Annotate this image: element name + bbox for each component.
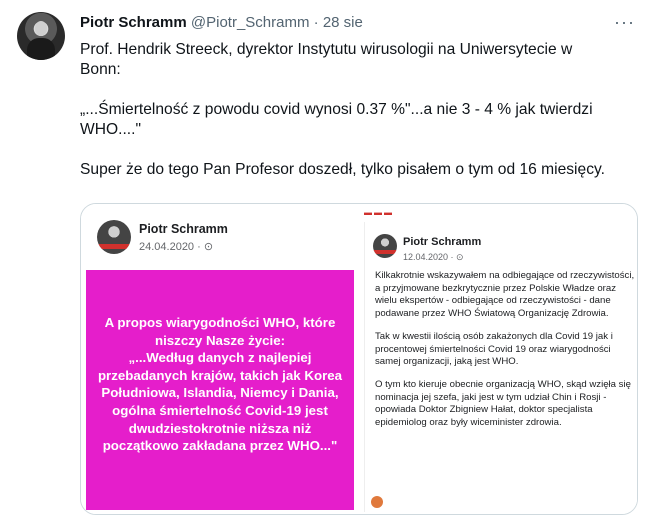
author-handle[interactable]: @Piotr_Schramm — [191, 14, 310, 31]
avatar-suit — [27, 38, 55, 60]
tweet-header: Piotr Schramm @Piotr_Schramm · 28 sie — [80, 14, 633, 34]
tweet-text-line: „...Śmiertelność z powodu covid wynosi 0… — [80, 101, 593, 118]
right-facebook-post: ▬▬▬ Piotr Schramm 12.04.2020 · ⊙ Kilkakr… — [354, 204, 637, 514]
avatar-face — [35, 21, 47, 36]
post-paragraph: O tym kto kieruje obecnie organizacją WH… — [375, 378, 631, 429]
tweet-date[interactable]: 28 sie — [323, 14, 363, 31]
post-paragraph: Tak w kwestii ilością osób zakażonych dl… — [375, 330, 613, 368]
flag-emoji-icon: ▬▬▬ — [364, 208, 394, 217]
reaction-emoji-icon — [371, 496, 383, 508]
post-date: 24.04.2020 · ⊙ — [139, 241, 214, 253]
tweet-text: Prof. Hendrik Streeck, dyrektor Instytut… — [80, 40, 635, 180]
tweet-text-line: Prof. Hendrik Streeck, dyrektor Instytut… — [80, 41, 573, 58]
header-separator: · — [313, 14, 319, 31]
quote-line: niszczy Nasze życie: — [154, 332, 286, 348]
tweet-text-line: WHO...." — [80, 121, 141, 138]
tweet-text-line: Super że do tego Pan Profesor doszedł, t… — [80, 161, 605, 178]
quote-image-text: A propos wiarygodności WHO, które niszcz… — [86, 314, 354, 455]
quote-line: dwudziestokrotnie niższa niż — [128, 420, 312, 436]
post-paragraph: Kilkakrotnie wskazywałem na odbiegające … — [375, 270, 635, 320]
left-facebook-post: Piotr Schramm 24.04.2020 · ⊙ A propos wi… — [81, 204, 354, 514]
quote-line: Południowa, Islandia, Niemcy i Dania, — [101, 385, 339, 401]
post-author-name: Piotr Schramm — [403, 236, 482, 248]
author-avatar[interactable] — [17, 12, 65, 60]
post-author-name: Piotr Schramm — [139, 222, 228, 236]
quote-line: A propos wiarygodności WHO, które — [104, 315, 336, 330]
quote-line: ogólna śmiertelność Covid-19 jest — [112, 402, 328, 418]
post-card: Piotr Schramm 12.04.2020 · ⊙ Kilkakrotni… — [364, 222, 637, 512]
quote-line: początkowo zakładana przez WHO..." — [102, 438, 338, 454]
author-name[interactable]: Piotr Schramm — [80, 14, 187, 31]
more-icon[interactable]: ··· — [614, 12, 635, 33]
post-avatar — [373, 234, 397, 258]
post-body: Kilkakrotnie wskazywałem na odbiegające … — [375, 270, 637, 440]
post-avatar — [97, 220, 131, 254]
quote-line: przebadanych krajów, takich jak Korea — [97, 367, 343, 383]
post-date: 12.04.2020 · ⊙ — [403, 252, 464, 262]
tweet-media-image[interactable]: Piotr Schramm 24.04.2020 · ⊙ A propos wi… — [80, 203, 638, 515]
tweet-text-line: Bonn: — [80, 61, 121, 78]
quote-line: „...Według danych z najlepiej — [128, 350, 312, 366]
